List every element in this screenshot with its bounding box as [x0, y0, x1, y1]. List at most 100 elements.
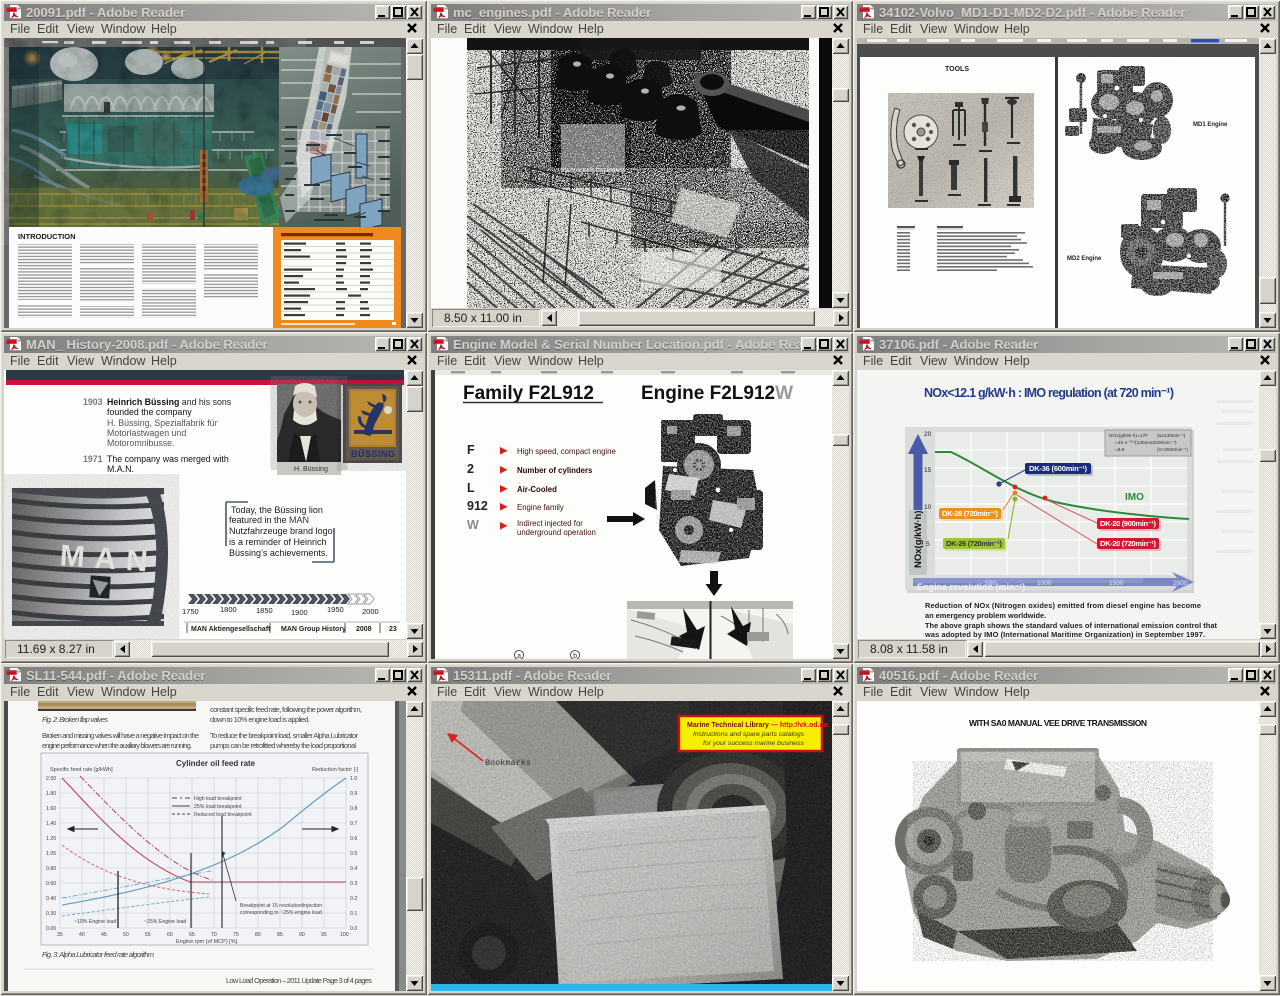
- svg-text:1800: 1800: [220, 605, 237, 614]
- svg-text:H. Büssing: H. Büssing: [294, 466, 328, 473]
- svg-text:Reduction of NOx (Nitrogen oxi: Reduction of NOx (Nitrogen oxides) emitt…: [925, 601, 1201, 610]
- svg-text:Büssing’s achievements.: Büssing’s achievements.: [229, 548, 328, 558]
- svg-text:Cylinder oil feed rate: Cylinder oil feed rate: [176, 759, 256, 768]
- svg-text:95: 95: [321, 932, 327, 938]
- svg-text:~25% Engine load: ~25% Engine load: [144, 919, 186, 925]
- svg-text:1.0: 1.0: [350, 776, 357, 782]
- svg-text:underground operation: underground operation: [517, 528, 596, 537]
- svg-text:60: 60: [167, 932, 173, 938]
- svg-text:Indirect injected for: Indirect injected for: [517, 519, 583, 528]
- svg-text:F: F: [467, 443, 475, 457]
- svg-text:0.8: 0.8: [350, 806, 357, 812]
- svg-text:INTRODUCTION: INTRODUCTION: [18, 232, 76, 241]
- svg-text:55: 55: [145, 932, 151, 938]
- svg-text:1.05: 1.05: [46, 851, 56, 857]
- svg-text:0.4: 0.4: [350, 866, 357, 872]
- svg-text:0.2: 0.2: [350, 896, 357, 902]
- svg-text:Heinrich Büssing and his sons: Heinrich Büssing and his sons: [107, 397, 232, 407]
- svg-text:Fig. 2: Broken flap valves: Fig. 2: Broken flap valves: [42, 715, 108, 724]
- svg-text:~10% Engine load: ~10% Engine load: [74, 919, 116, 925]
- svg-text:High load breakpoint: High load breakpoint: [194, 796, 242, 802]
- svg-text:5: 5: [926, 541, 930, 548]
- svg-text:DK-36 (600min⁻¹): DK-36 (600min⁻¹): [1029, 464, 1088, 473]
- svg-text:Engine family: Engine family: [517, 503, 564, 512]
- svg-text:Air-Cooled: Air-Cooled: [517, 485, 557, 494]
- svg-text:20: 20: [924, 431, 932, 438]
- svg-text:Specific feed rate [g/kWh]: Specific feed rate [g/kWh]: [50, 767, 113, 773]
- svg-text:90: 90: [299, 932, 305, 938]
- svg-text:M.A.N.: M.A.N.: [107, 464, 134, 474]
- svg-text:DK-20 (720min⁻¹): DK-20 (720min⁻¹): [1100, 539, 1157, 548]
- svg-text:0.7: 0.7: [350, 821, 357, 827]
- svg-text:pumps can be retrofitted where: pumps can be retrofitted whereby the loa…: [210, 741, 356, 750]
- svg-text:1900: 1900: [291, 608, 308, 617]
- svg-text:2008: 2008: [356, 626, 372, 633]
- svg-text:was adopted by IMO (Internatio: was adopted by IMO (International Mariti…: [924, 630, 1205, 639]
- svg-text:MAN Aktiengesellschaft: MAN Aktiengesellschaft: [191, 626, 271, 633]
- svg-text:Fig. 3: Alpha Lubricator feed: Fig. 3: Alpha Lubricator feed rate algor…: [42, 950, 154, 959]
- svg-text:an emergency problem worldwide: an emergency problem worldwide.: [925, 611, 1046, 620]
- svg-text:NOx<12.1 g/kW·h : IMO regulati: NOx<12.1 g/kW·h : IMO regulation (at 720…: [924, 386, 1174, 400]
- svg-text:2000: 2000: [362, 607, 379, 616]
- svg-text:DK-28 (720min⁻¹): DK-28 (720min⁻¹): [942, 509, 999, 518]
- svg-text:40: 40: [79, 932, 85, 938]
- svg-text:DK-26 (720min⁻¹): DK-26 (720min⁻¹): [946, 539, 1003, 548]
- svg-text:To reduce the breakpoint load,: To reduce the breakpoint load, smaller A…: [210, 731, 359, 740]
- svg-text:W: W: [467, 518, 479, 532]
- svg-text:L: L: [467, 481, 475, 495]
- svg-text:0.3: 0.3: [350, 881, 357, 887]
- svg-text:35: 35: [57, 932, 63, 938]
- svg-text:23: 23: [389, 626, 397, 633]
- svg-text:1000: 1000: [1037, 580, 1052, 587]
- svg-text:1850: 1850: [256, 606, 273, 615]
- svg-text:1.20: 1.20: [46, 836, 56, 842]
- svg-text:(n>2000min⁻¹): (n>2000min⁻¹): [1157, 447, 1189, 453]
- svg-text:NOx(g/kW·h): NOx(g/kW·h): [913, 510, 924, 568]
- svg-text:Reduced load breakpoint: Reduced load breakpoint: [194, 812, 252, 818]
- svg-text:70: 70: [211, 932, 217, 938]
- svg-text:25% load breakpoint: 25% load breakpoint: [194, 804, 242, 810]
- svg-text:(≤≥130min⁻¹): (≤≥130min⁻¹): [1157, 433, 1186, 439]
- svg-text:1903: 1903: [83, 397, 103, 407]
- svg-text:1.40: 1.40: [46, 821, 56, 827]
- svg-text:Motorlastwagen und: Motorlastwagen und: [107, 428, 186, 438]
- svg-text:down to 10% engine load is app: down to 10% engine load is applied.: [210, 715, 310, 724]
- svg-text:founded the company: founded the company: [107, 407, 192, 417]
- svg-text:Engine F2L912W: Engine F2L912W: [641, 383, 793, 404]
- svg-text:MD2 Engine: MD2 Engine: [1067, 256, 1102, 262]
- svg-text:0.6: 0.6: [350, 836, 357, 842]
- svg-text:2: 2: [467, 462, 474, 476]
- svg-text:Engine rpm (of MCP) [%]: Engine rpm (of MCP) [%]: [176, 939, 238, 945]
- svg-text:Family F2L912: Family F2L912: [463, 383, 594, 404]
- svg-text:a: a: [517, 653, 521, 659]
- svg-text:1950: 1950: [327, 605, 344, 614]
- svg-text:corresponding to ~25% engine l: corresponding to ~25% engine load: [240, 910, 322, 916]
- svg-text:=9.8: =9.8: [1115, 447, 1125, 453]
- svg-text:0.00: 0.00: [46, 926, 56, 932]
- svg-text:MAN Group History: MAN Group History: [281, 626, 346, 633]
- svg-text:NOx(g/kW·h)=17F: NOx(g/kW·h)=17F: [1109, 433, 1148, 439]
- svg-text:Instructions and spare parts c: Instructions and spare parts catalogs: [693, 731, 805, 738]
- svg-text:0.0: 0.0: [350, 926, 357, 932]
- svg-text:WITH SA0 MANUAL VEE DRIVE TRAN: WITH SA0 MANUAL VEE DRIVE TRANSMISSION: [969, 718, 1147, 728]
- svg-text:Broken and missing valves will: Broken and missing valves will have a ne…: [42, 731, 199, 740]
- svg-text:Today, the Büssing lion: Today, the Büssing lion: [231, 505, 323, 515]
- svg-text:1750: 1750: [182, 607, 199, 616]
- svg-text:Low Load Operation – 2011 Upda: Low Load Operation – 2011 Update Page 3 …: [226, 976, 372, 985]
- svg-text:1.80: 1.80: [46, 791, 56, 797]
- svg-text:65: 65: [189, 932, 195, 938]
- svg-text:The company was merged with: The company was merged with: [107, 454, 229, 464]
- svg-text:=45·n⁻⁰⋅²(130≤n≤2000min⁻¹): =45·n⁻⁰⋅²(130≤n≤2000min⁻¹): [1115, 440, 1177, 446]
- svg-text:Bookmarks: Bookmarks: [485, 758, 531, 768]
- svg-text:0.1: 0.1: [350, 911, 357, 917]
- svg-text:High speed, compact engine: High speed, compact engine: [517, 447, 616, 456]
- svg-text:for your success marine busine: for your success marine business: [703, 740, 804, 747]
- svg-text:Marine Technical Library — htt: Marine Technical Library — http://vk.od.…: [687, 722, 828, 729]
- svg-text:10: 10: [924, 504, 932, 511]
- svg-text:100: 100: [340, 932, 349, 938]
- svg-text:0.40: 0.40: [46, 896, 56, 902]
- svg-text:Engine revolution (min⁻¹): Engine revolution (min⁻¹): [917, 582, 1025, 592]
- svg-text:Motoromnibusse.: Motoromnibusse.: [107, 438, 174, 448]
- svg-text:DK-20 (900min⁻¹): DK-20 (900min⁻¹): [1100, 519, 1157, 528]
- svg-text:0.80: 0.80: [46, 866, 56, 872]
